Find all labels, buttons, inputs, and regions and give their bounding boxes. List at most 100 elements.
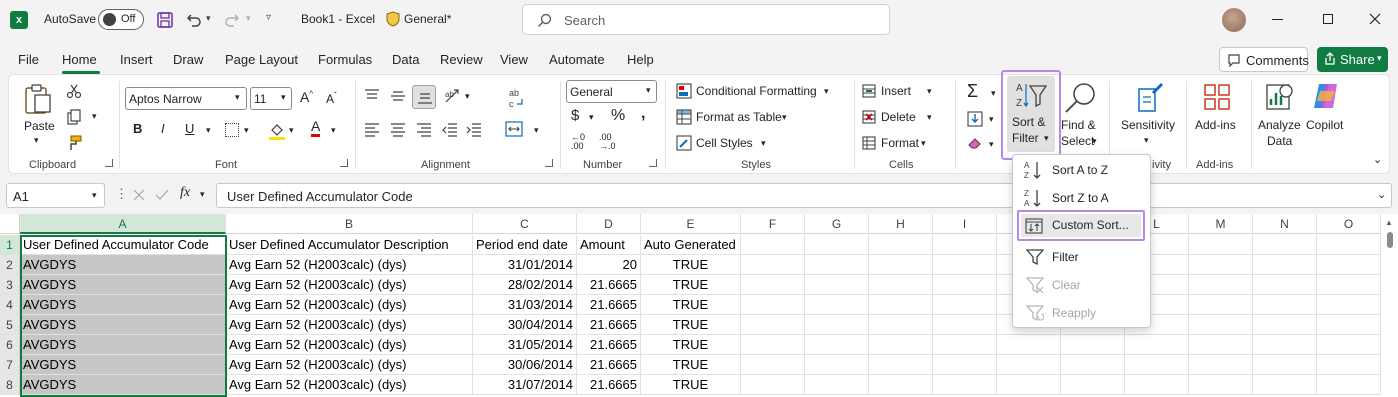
comments-button[interactable]: Comments <box>1219 47 1309 72</box>
cell-o3[interactable] <box>1317 275 1381 295</box>
addins-icon[interactable] <box>1203 83 1231 111</box>
cell-b8[interactable]: Avg Earn 52 (H2003calc) (dys) <box>226 375 473 395</box>
cell-n2[interactable] <box>1253 255 1317 275</box>
column-header-i[interactable]: I <box>933 214 997 234</box>
decrease-font-icon[interactable]: Aˇ <box>326 91 337 106</box>
cell-c4[interactable]: 31/03/2014 <box>473 295 577 315</box>
find-select-label-1[interactable]: Find & <box>1061 118 1096 132</box>
font-color-icon[interactable]: A <box>311 119 321 137</box>
cell-n3[interactable] <box>1253 275 1317 295</box>
column-header-e[interactable]: E <box>641 214 741 234</box>
align-center-icon[interactable] <box>390 123 406 137</box>
cell-g7[interactable] <box>805 355 869 375</box>
cell-h1[interactable] <box>869 235 933 255</box>
column-header-m[interactable]: M <box>1189 214 1253 234</box>
cell-f1[interactable] <box>741 235 805 255</box>
cell-f8[interactable] <box>741 375 805 395</box>
insert-label[interactable]: Insert <box>881 84 911 98</box>
cell-i3[interactable] <box>933 275 997 295</box>
tab-view[interactable]: View <box>500 52 528 67</box>
undo-icon[interactable] <box>184 11 202 29</box>
cell-b4[interactable]: Avg Earn 52 (H2003calc) (dys) <box>226 295 473 315</box>
insert-function-icon[interactable]: fx <box>180 185 190 201</box>
tab-automate[interactable]: Automate <box>549 52 605 67</box>
cell-h3[interactable] <box>869 275 933 295</box>
cell-n5[interactable] <box>1253 315 1317 335</box>
cell-h4[interactable] <box>869 295 933 315</box>
sort-filter-button[interactable]: AZ Sort & Filter ▾ <box>1001 70 1061 160</box>
cell-o5[interactable] <box>1317 315 1381 335</box>
orientation-icon[interactable]: ab <box>444 87 462 105</box>
font-size-dropdown[interactable]: 11 ▾ <box>250 87 292 110</box>
format-as-table-label[interactable]: Format as Table <box>696 110 782 124</box>
cell-b3[interactable]: Avg Earn 52 (H2003calc) (dys) <box>226 275 473 295</box>
borders-dropdown-icon[interactable]: ▾ <box>244 125 249 136</box>
format-label[interactable]: Format <box>881 136 919 150</box>
cell-e8[interactable]: TRUE <box>641 375 741 395</box>
cell-i4[interactable] <box>933 295 997 315</box>
cell-m2[interactable] <box>1189 255 1253 275</box>
cell-e7[interactable]: TRUE <box>641 355 741 375</box>
fill-icon[interactable] <box>967 111 983 127</box>
cell-e1[interactable]: Auto Generated <box>641 235 741 255</box>
close-icon[interactable] <box>1369 13 1381 25</box>
autosum-dropdown-icon[interactable]: ▾ <box>991 88 996 99</box>
cell-d5[interactable]: 21.6665 <box>577 315 641 335</box>
cell-n8[interactable] <box>1253 375 1317 395</box>
name-box[interactable]: A1 ▾ <box>6 183 105 208</box>
currency-dropdown-icon[interactable]: ▾ <box>589 112 594 123</box>
cell-f2[interactable] <box>741 255 805 275</box>
row-header[interactable]: 3 <box>0 275 20 295</box>
number-launcher-icon[interactable] <box>649 159 657 167</box>
cell-h6[interactable] <box>869 335 933 355</box>
cell-d3[interactable]: 21.6665 <box>577 275 641 295</box>
cell-m8[interactable] <box>1189 375 1253 395</box>
cell-k6[interactable] <box>1061 335 1125 355</box>
column-header-h[interactable]: H <box>869 214 933 234</box>
cell-e4[interactable]: TRUE <box>641 295 741 315</box>
cell-g1[interactable] <box>805 235 869 255</box>
merge-center-icon[interactable] <box>505 121 523 137</box>
cell-d2[interactable]: 20 <box>577 255 641 275</box>
underline-dropdown-icon[interactable]: ▾ <box>206 125 211 136</box>
row-header[interactable]: 7 <box>0 355 20 375</box>
clear-eraser-icon[interactable] <box>967 136 983 150</box>
cell-n1[interactable] <box>1253 235 1317 255</box>
cell-o2[interactable] <box>1317 255 1381 275</box>
italic-button[interactable]: I <box>161 121 165 136</box>
cell-c5[interactable]: 30/04/2014 <box>473 315 577 335</box>
cell-b7[interactable]: Avg Earn 52 (H2003calc) (dys) <box>226 355 473 375</box>
cell-j6[interactable] <box>997 335 1061 355</box>
cell-c6[interactable]: 31/05/2014 <box>473 335 577 355</box>
column-header-g[interactable]: G <box>805 214 869 234</box>
cell-e2[interactable]: TRUE <box>641 255 741 275</box>
comma-style-icon[interactable]: , <box>641 105 645 123</box>
row-header[interactable]: 5 <box>0 315 20 335</box>
maximize-icon[interactable] <box>1323 14 1333 24</box>
cell-m3[interactable] <box>1189 275 1253 295</box>
conditional-formatting-icon[interactable] <box>676 83 692 99</box>
formula-input[interactable]: User Defined Accumulator Code ⌄ <box>216 183 1392 208</box>
addins-label[interactable]: Add-ins <box>1195 118 1236 132</box>
borders-icon[interactable] <box>225 123 239 137</box>
cell-g5[interactable] <box>805 315 869 335</box>
orientation-dropdown-icon[interactable]: ▾ <box>465 91 470 102</box>
sensitivity-label[interactable]: Sensitivity <box>1121 118 1175 132</box>
cell-h2[interactable] <box>869 255 933 275</box>
row-header[interactable]: 1 <box>0 235 20 255</box>
cell-i6[interactable] <box>933 335 997 355</box>
cell-o4[interactable] <box>1317 295 1381 315</box>
more-options-icon[interactable]: ⋮ <box>115 186 128 202</box>
find-select-label-2[interactable]: Select <box>1061 134 1094 148</box>
cell-g3[interactable] <box>805 275 869 295</box>
cell-n4[interactable] <box>1253 295 1317 315</box>
cell-i5[interactable] <box>933 315 997 335</box>
cell-d4[interactable]: 21.6665 <box>577 295 641 315</box>
sensitivity-label[interactable]: General* <box>404 12 451 26</box>
cell-m6[interactable] <box>1189 335 1253 355</box>
save-icon[interactable] <box>156 11 174 29</box>
cell-d6[interactable]: 21.6665 <box>577 335 641 355</box>
increase-indent-icon[interactable] <box>466 123 482 137</box>
cell-b6[interactable]: Avg Earn 52 (H2003calc) (dys) <box>226 335 473 355</box>
row-header[interactable]: 4 <box>0 295 20 315</box>
